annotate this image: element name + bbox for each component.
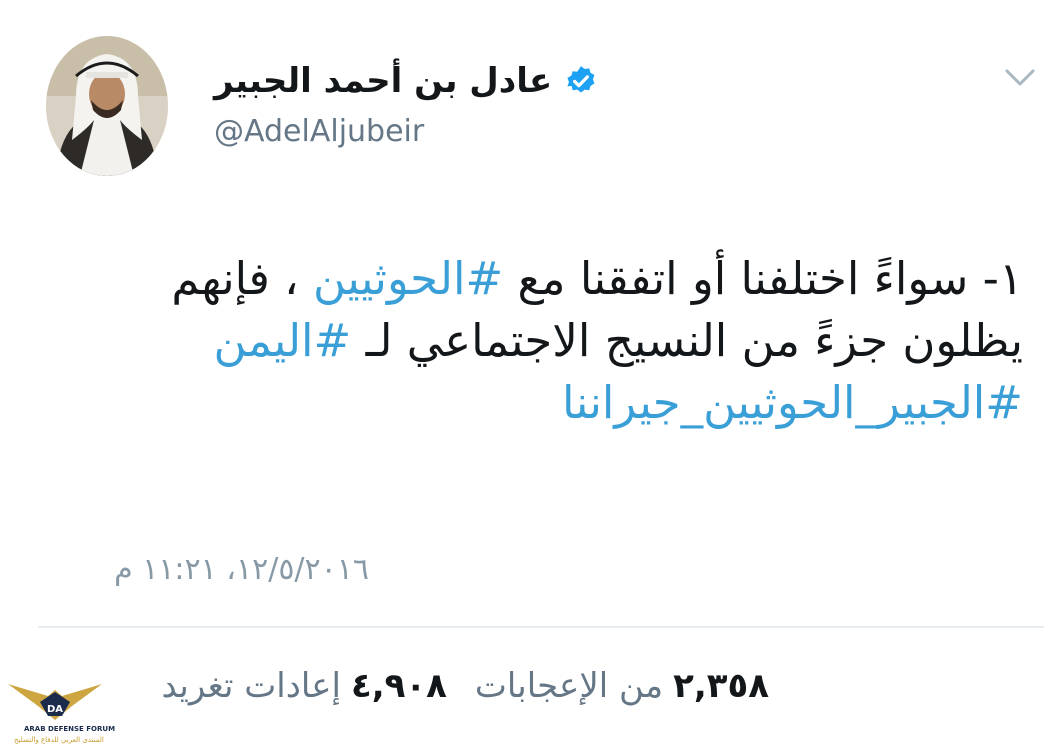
tweet-text: ١- سواءً اختلفنا أو اتفقنا مع #الحوثيين … — [38, 248, 1023, 434]
chevron-down-icon[interactable] — [1003, 66, 1037, 90]
tweet-line-2: يظلون جزءً من النسيج الاجتماعي لـ #اليمن — [38, 310, 1023, 372]
tweet-line-3: #الجبير_الحوثيين_جيراننا — [38, 372, 1023, 434]
hashtag-jubeir-houthis-neighbors[interactable]: #الجبير_الحوثيين_جيراننا — [562, 376, 1023, 429]
divider — [38, 626, 1044, 628]
tweet-text-segment: يظلون جزءً من النسيج الاجتماعي لـ — [351, 314, 1023, 367]
likes-label[interactable]: من الإعجابات — [475, 666, 663, 706]
retweets-count[interactable]: ٤,٩٠٨ — [351, 666, 447, 706]
user-header: عادل بن أحمد الجبير @AdelAljubeir — [214, 58, 634, 149]
name-row: عادل بن أحمد الجبير — [214, 58, 634, 104]
watermark-title: ARAB DEFENSE FORUM — [24, 725, 116, 733]
retweets-label[interactable]: إعادات تغريد — [162, 666, 341, 706]
tweet-timestamp[interactable]: ١٢/٥/٢٠١٦، ١١:٢١ م — [114, 552, 369, 587]
tweet-card: عادل بن أحمد الجبير @AdelAljubeir ١- سوا… — [0, 0, 1059, 747]
watermark-subtitle: المنتدى العربي للدفاع والتسليح — [14, 736, 104, 744]
tweet-line-1: ١- سواءً اختلفنا أو اتفقنا مع #الحوثيين … — [38, 248, 1023, 310]
hashtag-yemen[interactable]: #اليمن — [213, 314, 351, 367]
avatar-photo — [46, 36, 168, 176]
tweet-text-segment: ، فإنهم — [171, 252, 313, 305]
tweet-stats: ٢,٣٥٨ من الإعجابات ٤,٩٠٨ إعادات تغريد — [134, 666, 769, 706]
avatar[interactable] — [46, 36, 168, 176]
user-handle[interactable]: @AdelAljubeir — [214, 114, 634, 149]
hashtag-houthis[interactable]: #الحوثيين — [313, 252, 503, 305]
display-name[interactable]: عادل بن أحمد الجبير — [214, 61, 552, 101]
verified-badge-icon — [567, 66, 595, 93]
watermark-monogram: DA — [47, 704, 63, 715]
tweet-text-segment: ١- سواءً اختلفنا أو اتفقنا مع — [503, 252, 1023, 305]
likes-count[interactable]: ٢,٣٥٨ — [673, 666, 769, 706]
